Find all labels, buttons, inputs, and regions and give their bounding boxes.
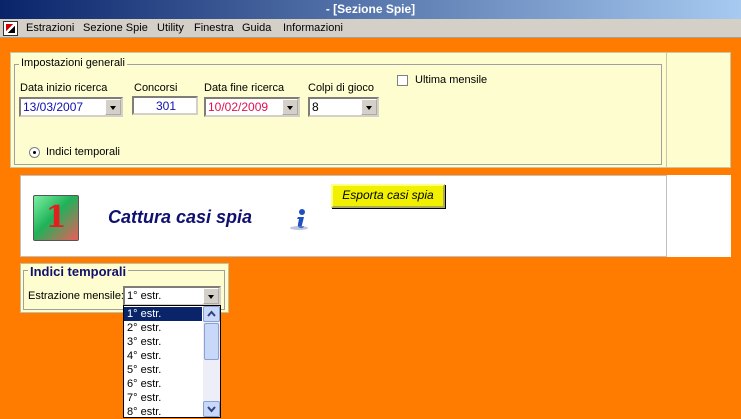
start-date-combo[interactable]: 13/03/2007 [19,97,123,117]
indici-temporali-radio[interactable] [29,147,40,158]
colpi-label: Colpi di gioco [308,82,375,94]
end-date-label: Data fine ricerca [204,82,285,94]
cattura-title: Cattura casi spia [108,207,253,227]
ultima-mensile-checkbox[interactable] [397,75,408,86]
indici-temporali-radio-label: Indici temporali [46,146,120,158]
dropdown-option[interactable]: 8° estr. [124,405,202,419]
concorsi-input[interactable]: 301 [132,96,198,115]
menu-estrazioni[interactable]: Estrazioni [23,19,77,38]
menu-guida[interactable]: Guida [239,19,274,38]
dropdown-option[interactable]: 5° estr. [124,363,202,377]
scroll-down-icon[interactable] [203,401,220,417]
estrazione-mensile-value: 1° estr. [127,290,162,302]
dropdown-option[interactable]: 2° estr. [124,321,202,335]
end-date-dropdown-icon[interactable] [282,99,298,115]
concorsi-value: 301 [155,99,177,113]
info-icon[interactable] [289,208,311,230]
estrazione-mensile-combo[interactable]: 1° estr. [123,286,221,306]
scrollbar-thumb[interactable] [204,323,219,360]
dropdown-option[interactable]: 4° estr. [124,349,202,363]
export-casi-spia-button[interactable]: Esporta casi spia [331,184,445,208]
menu-finestra[interactable]: Finestra [191,19,237,38]
colpi-value: 8 [312,100,319,114]
cattura-side-panel [666,175,731,257]
ultima-mensile-label: Ultima mensile [415,74,488,86]
end-date-combo[interactable]: 10/02/2009 [204,97,300,117]
start-date-label: Data inizio ricerca [20,82,108,94]
dropdown-option[interactable]: 6° estr. [124,377,202,391]
menu-sezione-spie[interactable]: Sezione Spie [80,19,151,38]
indici-title: Indici temporali [28,264,129,279]
menu-utility[interactable]: Utility [154,19,187,38]
colpi-combo[interactable]: 8 [308,97,379,117]
window-title: - [Sezione Spie] [325,2,416,16]
colpi-dropdown-icon[interactable] [361,99,377,115]
estrazione-dropdown-icon[interactable] [203,288,219,304]
dropdown-option[interactable]: 7° estr. [124,391,202,405]
estrazione-mensile-label: Estrazione mensile: [28,290,124,302]
menu-informazioni[interactable]: Informazioni [280,19,346,38]
concorsi-label: Concorsi [134,82,178,94]
settings-side-panel [666,52,731,168]
start-date-value: 13/03/2007 [23,100,84,114]
dropdown-option[interactable]: 3° estr. [124,335,202,349]
app-icon[interactable] [3,21,18,36]
start-date-dropdown-icon[interactable] [105,99,121,115]
end-date-value: 10/02/2009 [208,100,269,114]
settings-group-label: Impostazioni generali [19,57,127,69]
logo-number: 1 [45,200,67,235]
scroll-up-icon[interactable] [203,306,220,322]
dropdown-option[interactable]: 1° estr. [124,307,202,321]
